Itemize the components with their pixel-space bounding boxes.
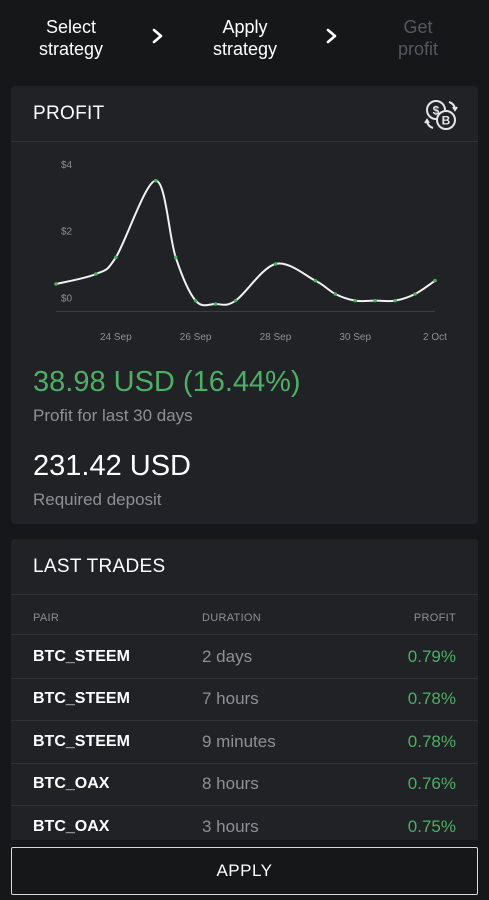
last-trades-card: LAST TRADES PAIR DURATION PROFIT BTC_STE… bbox=[11, 539, 478, 859]
deposit-value: 231.42 USD bbox=[33, 450, 191, 482]
step-label-line1: Apply bbox=[222, 17, 268, 37]
trades-table-header: PAIR DURATION PROFIT bbox=[11, 595, 478, 635]
trade-profit: 0.78% bbox=[407, 732, 456, 751]
trade-pair: BTC_STEEM bbox=[33, 648, 130, 665]
data-point bbox=[393, 298, 397, 303]
trade-pair: BTC_STEEM bbox=[33, 690, 130, 707]
data-point bbox=[273, 262, 278, 266]
x-tick-label: 2 Oct bbox=[423, 332, 447, 343]
profit-card: PROFIT $ B $4 $2 $0 24 Sep 26 Sep 28 Sep 30 Se… bbox=[11, 86, 478, 524]
x-tick-label: 30 Sep bbox=[339, 332, 371, 343]
trades-title: LAST TRADES bbox=[33, 555, 166, 577]
step-apply-strategy[interactable]: Apply strategy bbox=[185, 16, 305, 60]
x-tick-label: 26 Sep bbox=[180, 332, 212, 343]
column-duration: DURATION bbox=[202, 612, 262, 624]
profit-series-line bbox=[55, 179, 436, 307]
column-pair: PAIR bbox=[33, 612, 60, 624]
trade-duration: 2 days bbox=[202, 647, 253, 666]
table-row[interactable]: BTC_OAX 8 hours 0.76% bbox=[11, 763, 478, 806]
data-point bbox=[193, 298, 198, 303]
step-label-line2: profit bbox=[397, 39, 439, 59]
data-point bbox=[433, 278, 437, 283]
data-point bbox=[173, 255, 178, 260]
x-tick-label: 24 Sep bbox=[100, 332, 132, 343]
step-label-line1: Get bbox=[403, 17, 433, 37]
data-point bbox=[94, 272, 98, 276]
trade-profit: 0.79% bbox=[407, 647, 456, 666]
profit-value: 38.98 USD (16.44%) bbox=[33, 366, 301, 398]
profit-line-chart: $4 $2 $0 24 Sep 26 Sep 28 Sep 30 Sep 2 Oct bbox=[54, 160, 447, 343]
data-point bbox=[333, 292, 338, 296]
data-point bbox=[153, 178, 158, 183]
step-label-line2: strategy bbox=[38, 39, 104, 59]
table-row[interactable]: BTC_STEEM 9 minutes 0.78% bbox=[11, 721, 478, 764]
trade-duration: 9 minutes bbox=[202, 732, 276, 751]
trade-profit: 0.78% bbox=[407, 689, 456, 708]
currency-exchange-icon[interactable]: $ B bbox=[422, 96, 460, 134]
step-label-line1: Select bbox=[45, 17, 97, 37]
step-get-profit: Get profit bbox=[358, 16, 478, 60]
profit-card-header: PROFIT $ B bbox=[11, 86, 478, 142]
data-point bbox=[54, 282, 58, 286]
data-point bbox=[413, 292, 417, 296]
step-label-line2: strategy bbox=[212, 39, 278, 59]
trades-card-header: LAST TRADES bbox=[11, 539, 478, 595]
trade-duration: 3 hours bbox=[202, 817, 259, 836]
bottom-bar: APPLY bbox=[0, 840, 489, 900]
data-point bbox=[373, 298, 377, 303]
trade-profit: 0.76% bbox=[407, 774, 456, 793]
data-point bbox=[213, 302, 218, 306]
trade-pair: BTC_OAX bbox=[33, 775, 110, 792]
y-tick-label: $2 bbox=[61, 227, 73, 238]
trade-duration: 8 hours bbox=[202, 774, 259, 793]
data-point bbox=[313, 278, 318, 283]
table-row[interactable]: BTC_STEEM 7 hours 0.78% bbox=[11, 678, 478, 721]
deposit-caption: Required deposit bbox=[33, 490, 162, 509]
column-profit: PROFIT bbox=[413, 612, 456, 624]
chevron-right-icon bbox=[152, 28, 163, 44]
step-select-strategy[interactable]: Select strategy bbox=[11, 16, 131, 60]
apply-button[interactable]: APPLY bbox=[11, 847, 478, 895]
data-point bbox=[233, 298, 238, 303]
profit-title: PROFIT bbox=[33, 102, 105, 124]
y-tick-label: $4 bbox=[61, 160, 73, 171]
data-point bbox=[353, 298, 358, 303]
chevron-right-icon bbox=[326, 28, 337, 44]
strategy-stepper: Select strategy Apply strategy Get profi… bbox=[0, 0, 489, 78]
trade-pair: BTC_STEEM bbox=[33, 733, 130, 750]
y-tick-label: $0 bbox=[61, 293, 73, 304]
svg-text:B: B bbox=[442, 114, 451, 128]
profit-caption: Profit for last 30 days bbox=[33, 406, 193, 425]
trade-duration: 7 hours bbox=[202, 689, 259, 708]
trade-pair: BTC_OAX bbox=[33, 818, 110, 835]
data-point bbox=[114, 255, 118, 260]
x-tick-label: 28 Sep bbox=[260, 332, 292, 343]
table-row[interactable]: BTC_STEEM 2 days 0.79% bbox=[11, 636, 478, 679]
trade-profit: 0.75% bbox=[407, 817, 456, 836]
